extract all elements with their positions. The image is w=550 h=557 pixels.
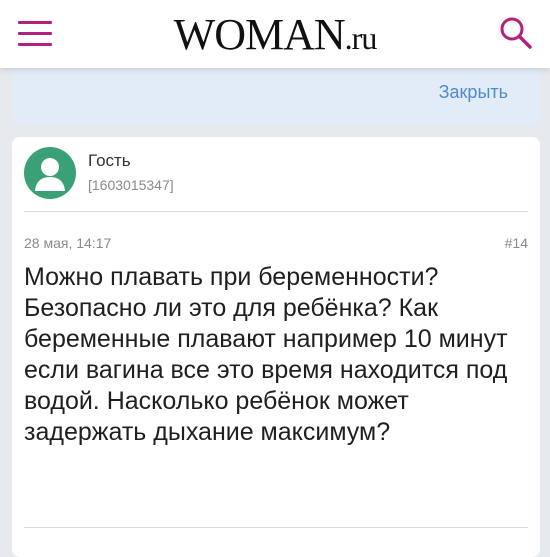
close-link[interactable]: Закрыть <box>439 82 508 103</box>
divider <box>24 527 528 528</box>
user-silhouette-icon <box>35 158 65 191</box>
comment-card: Гость [1603015347] 28 мая, 14:17 #14 Мож… <box>12 137 540 557</box>
comment-text: Можно плавать при беременности? Безопасн… <box>24 263 508 446</box>
author-id: [1603015347] <box>88 177 174 193</box>
avatar[interactable] <box>24 147 76 199</box>
divider <box>24 211 528 212</box>
search-icon[interactable] <box>498 15 534 51</box>
logo-domain: .ru <box>344 20 378 56</box>
post-date: 28 мая, 14:17 <box>24 235 112 251</box>
top-header: WOMAN.ru <box>0 0 550 68</box>
logo-text: WOMAN <box>173 10 346 59</box>
author-name[interactable]: Гость <box>88 151 131 171</box>
site-logo[interactable]: WOMAN.ru <box>0 10 550 63</box>
post-number[interactable]: #14 <box>505 235 528 251</box>
